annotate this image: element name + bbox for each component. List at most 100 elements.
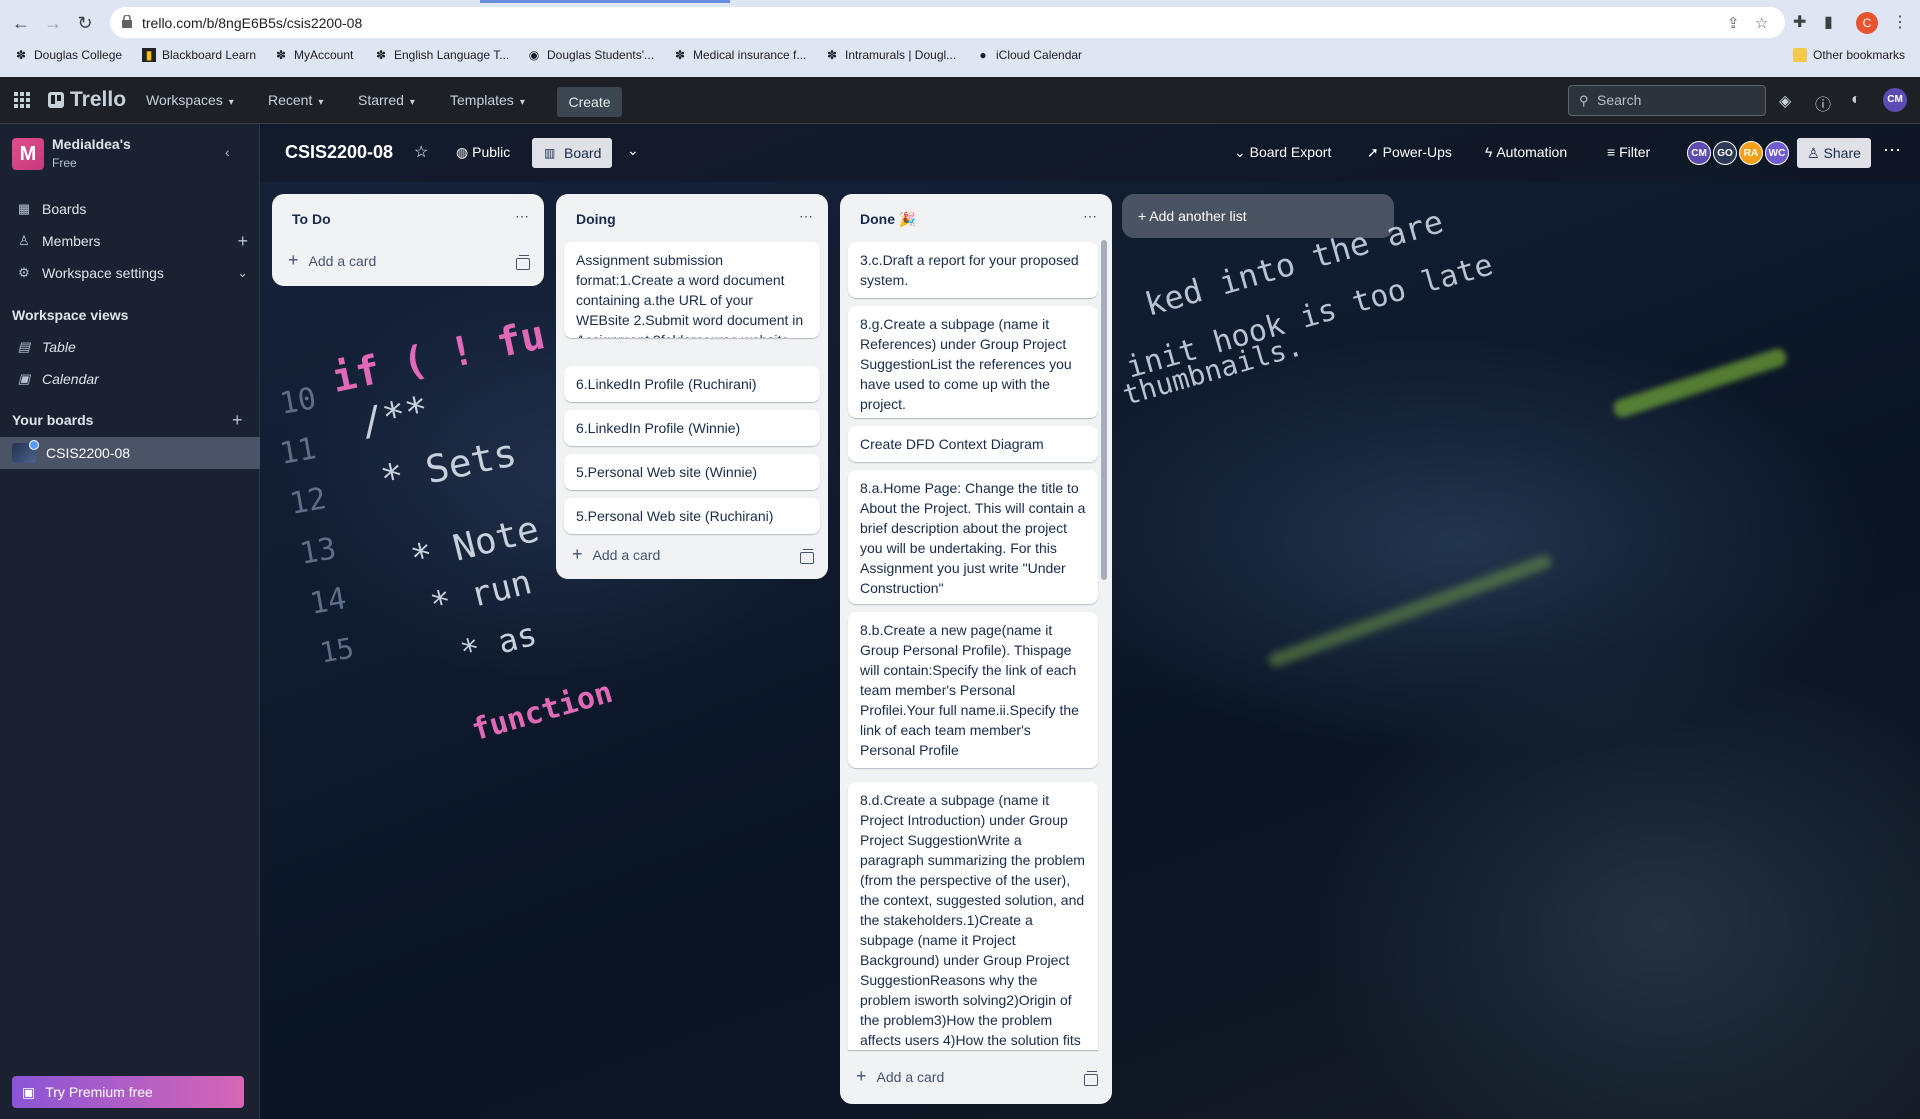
bookmark-douglas-college[interactable]: ✽ Douglas College	[14, 48, 122, 62]
board-title[interactable]: CSIS2200-08	[285, 142, 393, 163]
sidebar-item-boards[interactable]: ▦ Boards	[0, 193, 260, 225]
forward-icon[interactable]: →	[42, 12, 64, 34]
list-scrollbar[interactable]	[1101, 240, 1107, 580]
nav-templates[interactable]: Templates ▾	[450, 92, 525, 108]
bookmark-medical-insurance[interactable]: ✽ Medical insurance f...	[673, 48, 806, 62]
share-button[interactable]: ♙ Share	[1797, 138, 1871, 168]
lightning-icon: ϟ	[1485, 144, 1497, 160]
search-field[interactable]: ⚲	[1568, 85, 1766, 116]
chevron-down-icon: ▾	[318, 97, 324, 108]
notifications-icon[interactable]: ◈	[1779, 91, 1791, 111]
bookmark-myaccount[interactable]: ✽ MyAccount	[274, 48, 353, 62]
bookmark-blackboard[interactable]: ▮ Blackboard Learn	[142, 48, 256, 62]
try-premium-button[interactable]: ▣ Try Premium free	[12, 1076, 244, 1108]
search-input[interactable]	[1597, 92, 1757, 108]
list-to-do: To Do ⋯ + Add a card	[272, 194, 544, 286]
add-card-button[interactable]: + Add a card	[856, 1066, 944, 1087]
list-title[interactable]: Done 🎉	[860, 211, 916, 228]
card-template-icon[interactable]	[1084, 1071, 1098, 1086]
power-ups-button[interactable]: ➚ Power-Ups	[1367, 144, 1452, 161]
extensions-icon[interactable]: ✚	[1793, 12, 1806, 32]
chevron-down-icon[interactable]: ⌄	[237, 265, 248, 281]
board-menu-icon[interactable]: ⋯	[1883, 140, 1901, 161]
member-avatar-cm[interactable]: CM	[1687, 141, 1711, 165]
nav-starred[interactable]: Starred ▾	[358, 92, 415, 108]
bookmark-other[interactable]: Other bookmarks	[1793, 48, 1905, 62]
add-card-button[interactable]: + Add a card	[288, 250, 376, 271]
calendar-icon: ▣	[17, 371, 31, 386]
back-icon[interactable]: ←	[10, 12, 32, 34]
table-icon: ▤	[17, 339, 31, 354]
theme-toggle-icon[interactable]: ◐	[1851, 91, 1861, 109]
apple-icon: ●	[979, 48, 987, 62]
sidebar-item-calendar[interactable]: ▣ Calendar	[0, 363, 260, 395]
card[interactable]: Assignment submission format:1.Create a …	[564, 242, 820, 338]
bookmark-star-icon[interactable]: ☆	[1755, 14, 1768, 32]
bookmark-icloud-calendar[interactable]: ● iCloud Calendar	[976, 48, 1082, 62]
app-switcher-icon[interactable]	[14, 92, 30, 108]
member-avatar-wc[interactable]: WC	[1765, 141, 1789, 165]
premium-icon: ▣	[22, 1083, 36, 1100]
card[interactable]: Create DFD Context Diagram	[848, 426, 1098, 462]
card-template-icon[interactable]	[516, 255, 530, 270]
add-list-button[interactable]: + Add another list	[1122, 194, 1394, 238]
board-view-button[interactable]: ▥ Board	[532, 138, 612, 168]
help-icon[interactable]: ⓘ	[1815, 91, 1831, 115]
nav-recent[interactable]: Recent ▾	[268, 92, 323, 108]
list-menu-icon[interactable]: ⋯	[1083, 208, 1098, 225]
sidebar-item-workspace-settings[interactable]: ⚙ Workspace settings ⌄	[0, 257, 260, 289]
workspace-plan: Free	[52, 156, 77, 170]
sidebar-item-table[interactable]: ▤ Table	[0, 331, 260, 363]
rocket-icon: ➚	[1367, 144, 1383, 160]
sidebar-board-csis2200-08[interactable]: CSIS2200-08	[0, 437, 260, 469]
card[interactable]: 5.Personal Web site (Winnie)	[564, 454, 820, 490]
bookmark-intramurals[interactable]: ✽ Intramurals | Dougl...	[825, 48, 956, 62]
card-template-icon[interactable]	[800, 549, 814, 564]
automation-button[interactable]: ϟ Automation	[1485, 144, 1567, 160]
workspace-name[interactable]: MediaIdea's	[52, 136, 131, 152]
member-avatar-go[interactable]: GO	[1713, 141, 1737, 165]
create-button[interactable]: Create	[557, 87, 622, 117]
add-board-icon[interactable]: +	[232, 410, 243, 431]
browser-profile-avatar[interactable]: C	[1856, 12, 1878, 34]
chevron-down-icon[interactable]: ⌄	[627, 142, 639, 159]
card[interactable]: 8.a.Home Page: Change the title to About…	[848, 470, 1098, 604]
background-code-text: /**	[356, 387, 433, 445]
trello-logo[interactable]: Trello	[48, 88, 126, 112]
card[interactable]: 8.b.Create a new page(name it Group Pers…	[848, 612, 1098, 768]
share-page-icon[interactable]: ⇪	[1727, 14, 1740, 32]
workspace-views-heading: Workspace views	[12, 307, 129, 323]
sidebar-item-members[interactable]: ♙ Members +	[0, 225, 260, 257]
star-board-icon[interactable]: ☆	[414, 142, 428, 162]
list-menu-icon[interactable]: ⋯	[515, 208, 530, 225]
card[interactable]: 8.d.Create a subpage (name it Project In…	[848, 782, 1098, 1050]
collapse-sidebar-icon[interactable]: ‹	[225, 144, 230, 160]
list-title[interactable]: Doing	[576, 211, 616, 227]
add-card-button[interactable]: + Add a card	[572, 544, 660, 565]
card[interactable]: 5.Personal Web site (Ruchirani)	[564, 498, 820, 534]
folder-icon	[1793, 48, 1807, 62]
board-export-button[interactable]: ⌄ Board Export	[1234, 144, 1331, 161]
nav-workspaces[interactable]: Workspaces ▾	[146, 92, 234, 108]
card[interactable]: 6.LinkedIn Profile (Winnie)	[564, 410, 820, 446]
card[interactable]: 8.g.Create a subpage (name it References…	[848, 306, 1098, 418]
card[interactable]: 3.c.Draft a report for your proposed sys…	[848, 242, 1098, 298]
address-bar[interactable]: trello.com/b/8ngE6B5s/csis2200-08 ⇪ ☆	[110, 7, 1785, 38]
member-avatar-ra[interactable]: RA	[1739, 141, 1763, 165]
background-highlight	[1266, 553, 1554, 669]
reload-icon[interactable]: ↻	[74, 12, 96, 34]
user-avatar[interactable]: CM	[1883, 88, 1907, 112]
person-add-icon: ♙	[1807, 145, 1824, 161]
side-panel-icon[interactable]: ▮	[1824, 12, 1833, 32]
add-member-icon[interactable]: +	[237, 231, 248, 252]
card[interactable]: 6.LinkedIn Profile (Ruchirani)	[564, 366, 820, 402]
export-icon: ⌄	[1234, 144, 1250, 160]
list-title[interactable]: To Do	[292, 211, 331, 227]
background-line-numbers: 11	[277, 431, 319, 472]
browser-menu-icon[interactable]: ⋮	[1892, 12, 1908, 32]
bookmark-english-language[interactable]: ✽ English Language T...	[374, 48, 509, 62]
filter-button[interactable]: ≡ Filter	[1607, 144, 1650, 160]
visibility-button[interactable]: ◍ Public	[456, 144, 510, 161]
list-menu-icon[interactable]: ⋯	[799, 208, 814, 225]
bookmark-douglas-students[interactable]: ◉ Douglas Students'...	[527, 48, 654, 62]
